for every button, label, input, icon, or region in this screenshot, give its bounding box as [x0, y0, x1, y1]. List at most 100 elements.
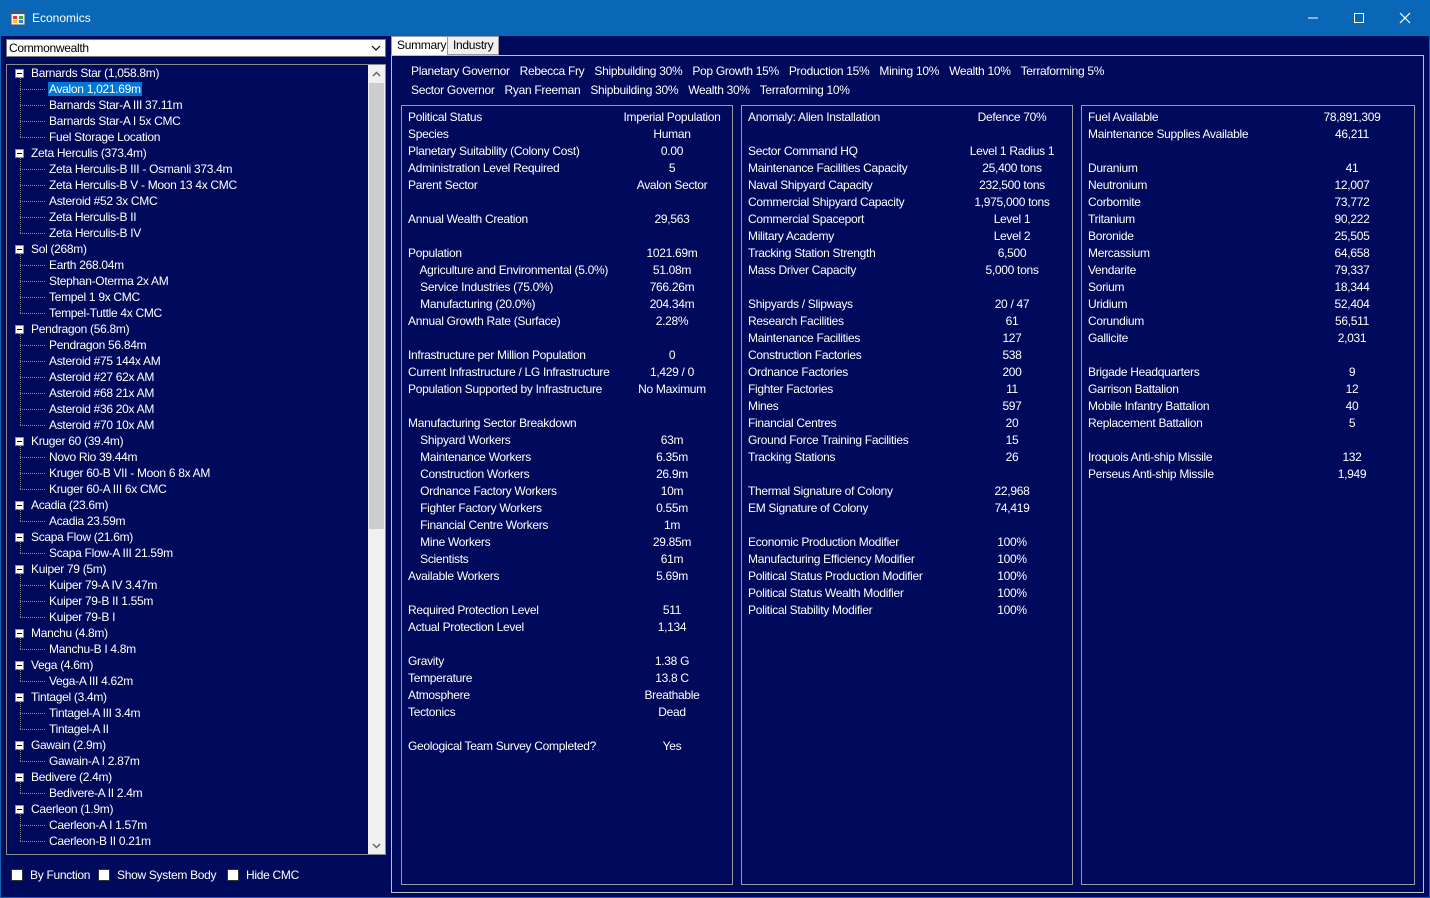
tree-connector: [20, 617, 45, 618]
tree-system-node[interactable]: Bedivere (2.4m): [30, 769, 113, 785]
tree-body-node[interactable]: Tintagel-A III 3.4m: [48, 705, 141, 721]
collapse-toggle-icon[interactable]: [15, 629, 24, 638]
governor-field: Terraforming 5%: [1020, 64, 1105, 78]
tree-body-node[interactable]: Caerleon-A I 1.57m: [48, 817, 148, 833]
tree-body-node[interactable]: Stephan-Oterma 2x AM: [48, 273, 169, 289]
maximize-button[interactable]: [1336, 0, 1382, 36]
stockpile-panel: Fuel Available 78,891,309 Maintenance Supp…: [1081, 105, 1415, 885]
tree-body-node[interactable]: Kuiper 79-B I: [48, 609, 116, 625]
collapse-toggle-icon[interactable]: [15, 69, 24, 78]
tab-industry[interactable]: Industry: [447, 36, 500, 55]
tree-body-node[interactable]: Asteroid #75 144x AM: [48, 353, 161, 369]
tree-body-node[interactable]: Barnards Star-A I 5x CMC: [48, 113, 182, 129]
checkbox-box[interactable]: [98, 869, 110, 881]
scroll-up-icon[interactable]: [368, 65, 385, 82]
hide-cmc-checkbox[interactable]: Hide CMC: [227, 868, 299, 882]
tree-system-node[interactable]: Gawain (2.9m): [30, 737, 107, 753]
tree-body-node[interactable]: Zeta Herculis-B IV: [48, 225, 142, 241]
collapse-toggle-icon[interactable]: [15, 693, 24, 702]
stat-value: Defence 70%: [977, 110, 1047, 124]
collapse-toggle-icon[interactable]: [15, 325, 24, 334]
tree-connector: [20, 670, 21, 681]
tree-node-label: Acadia 23.59m: [49, 514, 126, 528]
system-tree[interactable]: Barnards Star (1,058.8m) Avalon 1,021.69m…: [6, 64, 386, 855]
collapse-toggle-icon[interactable]: [15, 245, 24, 254]
tree-body-node[interactable]: Fuel Storage Location: [48, 129, 161, 145]
tree-body-node[interactable]: Tempel-Tuttle 4x CMC: [48, 305, 163, 321]
tree-body-node[interactable]: Zeta Herculis-B III - Osmanli 373.4m: [48, 161, 233, 177]
tree-system-node[interactable]: Kuiper 79 (5m): [30, 561, 107, 577]
tree-body-node[interactable]: Caerleon-B II 0.21m: [48, 833, 152, 849]
tab-summary[interactable]: Summary: [391, 36, 453, 56]
tree-body-node[interactable]: Kuiper 79-A IV 3.47m: [48, 577, 158, 593]
by-function-checkbox[interactable]: By Function: [11, 868, 90, 882]
stat-label: Maintenance Workers: [408, 450, 531, 464]
tree-body-node[interactable]: Acadia 23.59m: [48, 513, 126, 529]
show-system-body-checkbox[interactable]: Show System Body: [98, 868, 217, 882]
stat-label: Gravity: [408, 654, 444, 668]
collapse-toggle-icon[interactable]: [15, 773, 24, 782]
collapse-toggle-icon[interactable]: [15, 437, 24, 446]
tree-body-node[interactable]: Asteroid #68 21x AM: [48, 385, 155, 401]
tree-body-node[interactable]: Asteroid #70 10x AM: [48, 417, 155, 433]
collapse-toggle-icon[interactable]: [15, 661, 24, 670]
close-button[interactable]: [1382, 0, 1428, 36]
tree-body-node[interactable]: Zeta Herculis-B II: [48, 209, 137, 225]
tree-system-node[interactable]: Kruger 60 (39.4m): [30, 433, 124, 449]
tree-scrollbar[interactable]: [368, 65, 385, 854]
tree-body-node[interactable]: Kruger 60-B VII - Moon 6 8x AM: [48, 465, 211, 481]
stat-label: Construction Factories: [748, 348, 862, 362]
tree-system-node[interactable]: Vega (4.6m): [30, 657, 94, 673]
tree-body-node[interactable]: Zeta Herculis-B V - Moon 13 4x CMC: [48, 177, 238, 193]
tree-body-node[interactable]: Avalon 1,021.69m: [48, 81, 142, 97]
tree-body-node[interactable]: Pendragon 56.84m: [48, 337, 147, 353]
tree-body-node[interactable]: Gawain-A I 2.87m: [48, 753, 141, 769]
tree-system-node[interactable]: Tintagel (3.4m): [30, 689, 108, 705]
collapse-toggle-icon[interactable]: [15, 741, 24, 750]
tree-body-node[interactable]: Scapa Flow-A III 21.59m: [48, 545, 174, 561]
race-select[interactable]: Commonwealth: [6, 39, 386, 57]
minimize-button[interactable]: [1290, 0, 1336, 36]
tree-system-node[interactable]: Caerleon (1.9m): [30, 801, 114, 817]
tree-node-label: Tintagel-A III 3.4m: [49, 706, 141, 720]
collapse-toggle-icon[interactable]: [15, 149, 24, 158]
tree-body-node[interactable]: Tintagel-A II: [48, 721, 110, 737]
tree-body-node[interactable]: Asteroid #27 62x AM: [48, 369, 155, 385]
checkbox-box[interactable]: [227, 869, 239, 881]
tree-body-node[interactable]: Asteroid #36 20x AM: [48, 401, 155, 417]
stat-label: Sector Command HQ: [748, 144, 858, 158]
tree-body-node[interactable]: Kruger 60-A III 6x CMC: [48, 481, 167, 497]
stat-row: Replacement Battalion 5: [1088, 415, 1430, 432]
scroll-down-icon[interactable]: [368, 837, 385, 854]
tree-body-node[interactable]: Asteroid #52 3x CMC: [48, 193, 158, 209]
tree-body-node[interactable]: Bedivere-A II 2.4m: [48, 785, 143, 801]
collapse-toggle-icon[interactable]: [15, 565, 24, 574]
tree-body-node[interactable]: Novo Rio 39.44m: [48, 449, 138, 465]
stat-value: 2,031: [1337, 331, 1367, 345]
collapse-toggle-icon[interactable]: [15, 533, 24, 542]
tree-system-node[interactable]: Manchu (4.8m): [30, 625, 109, 641]
tree-system-node[interactable]: Scapa Flow (21.6m): [30, 529, 134, 545]
chevron-down-icon[interactable]: [367, 40, 385, 56]
tree-system-node[interactable]: Acadia (23.6m): [30, 497, 109, 513]
tree-body-node[interactable]: Vega-A III 4.62m: [48, 673, 134, 689]
tree-system-node[interactable]: Sol (268m): [30, 241, 88, 257]
tree-system-node[interactable]: Barnards Star (1,058.8m): [30, 65, 160, 81]
collapse-toggle-icon[interactable]: [15, 501, 24, 510]
checkbox-box[interactable]: [11, 869, 23, 881]
stat-value: 9: [1348, 365, 1356, 379]
tree-system-node[interactable]: Zeta Herculis (373.4m): [30, 145, 147, 161]
tree-node-label: Asteroid #75 144x AM: [49, 354, 161, 368]
stat-label: Neutronium: [1088, 178, 1148, 192]
tree-body-node[interactable]: Tempel 1 9x CMC: [48, 289, 141, 305]
tree-body-node[interactable]: Kuiper 79-B II 1.55m: [48, 593, 154, 609]
scroll-thumb[interactable]: [369, 83, 384, 529]
stat-label: Perseus Anti-ship Missile: [1088, 467, 1214, 481]
stat-value: 73,772: [1334, 195, 1370, 209]
tree-node-label: Gawain (2.9m): [31, 738, 106, 752]
tree-system-node[interactable]: Pendragon (56.8m): [30, 321, 130, 337]
collapse-toggle-icon[interactable]: [15, 805, 24, 814]
tree-body-node[interactable]: Manchu-B I 4.8m: [48, 641, 137, 657]
tree-body-node[interactable]: Earth 268.04m: [48, 257, 125, 273]
tree-body-node[interactable]: Barnards Star-A III 37.11m: [48, 97, 183, 113]
